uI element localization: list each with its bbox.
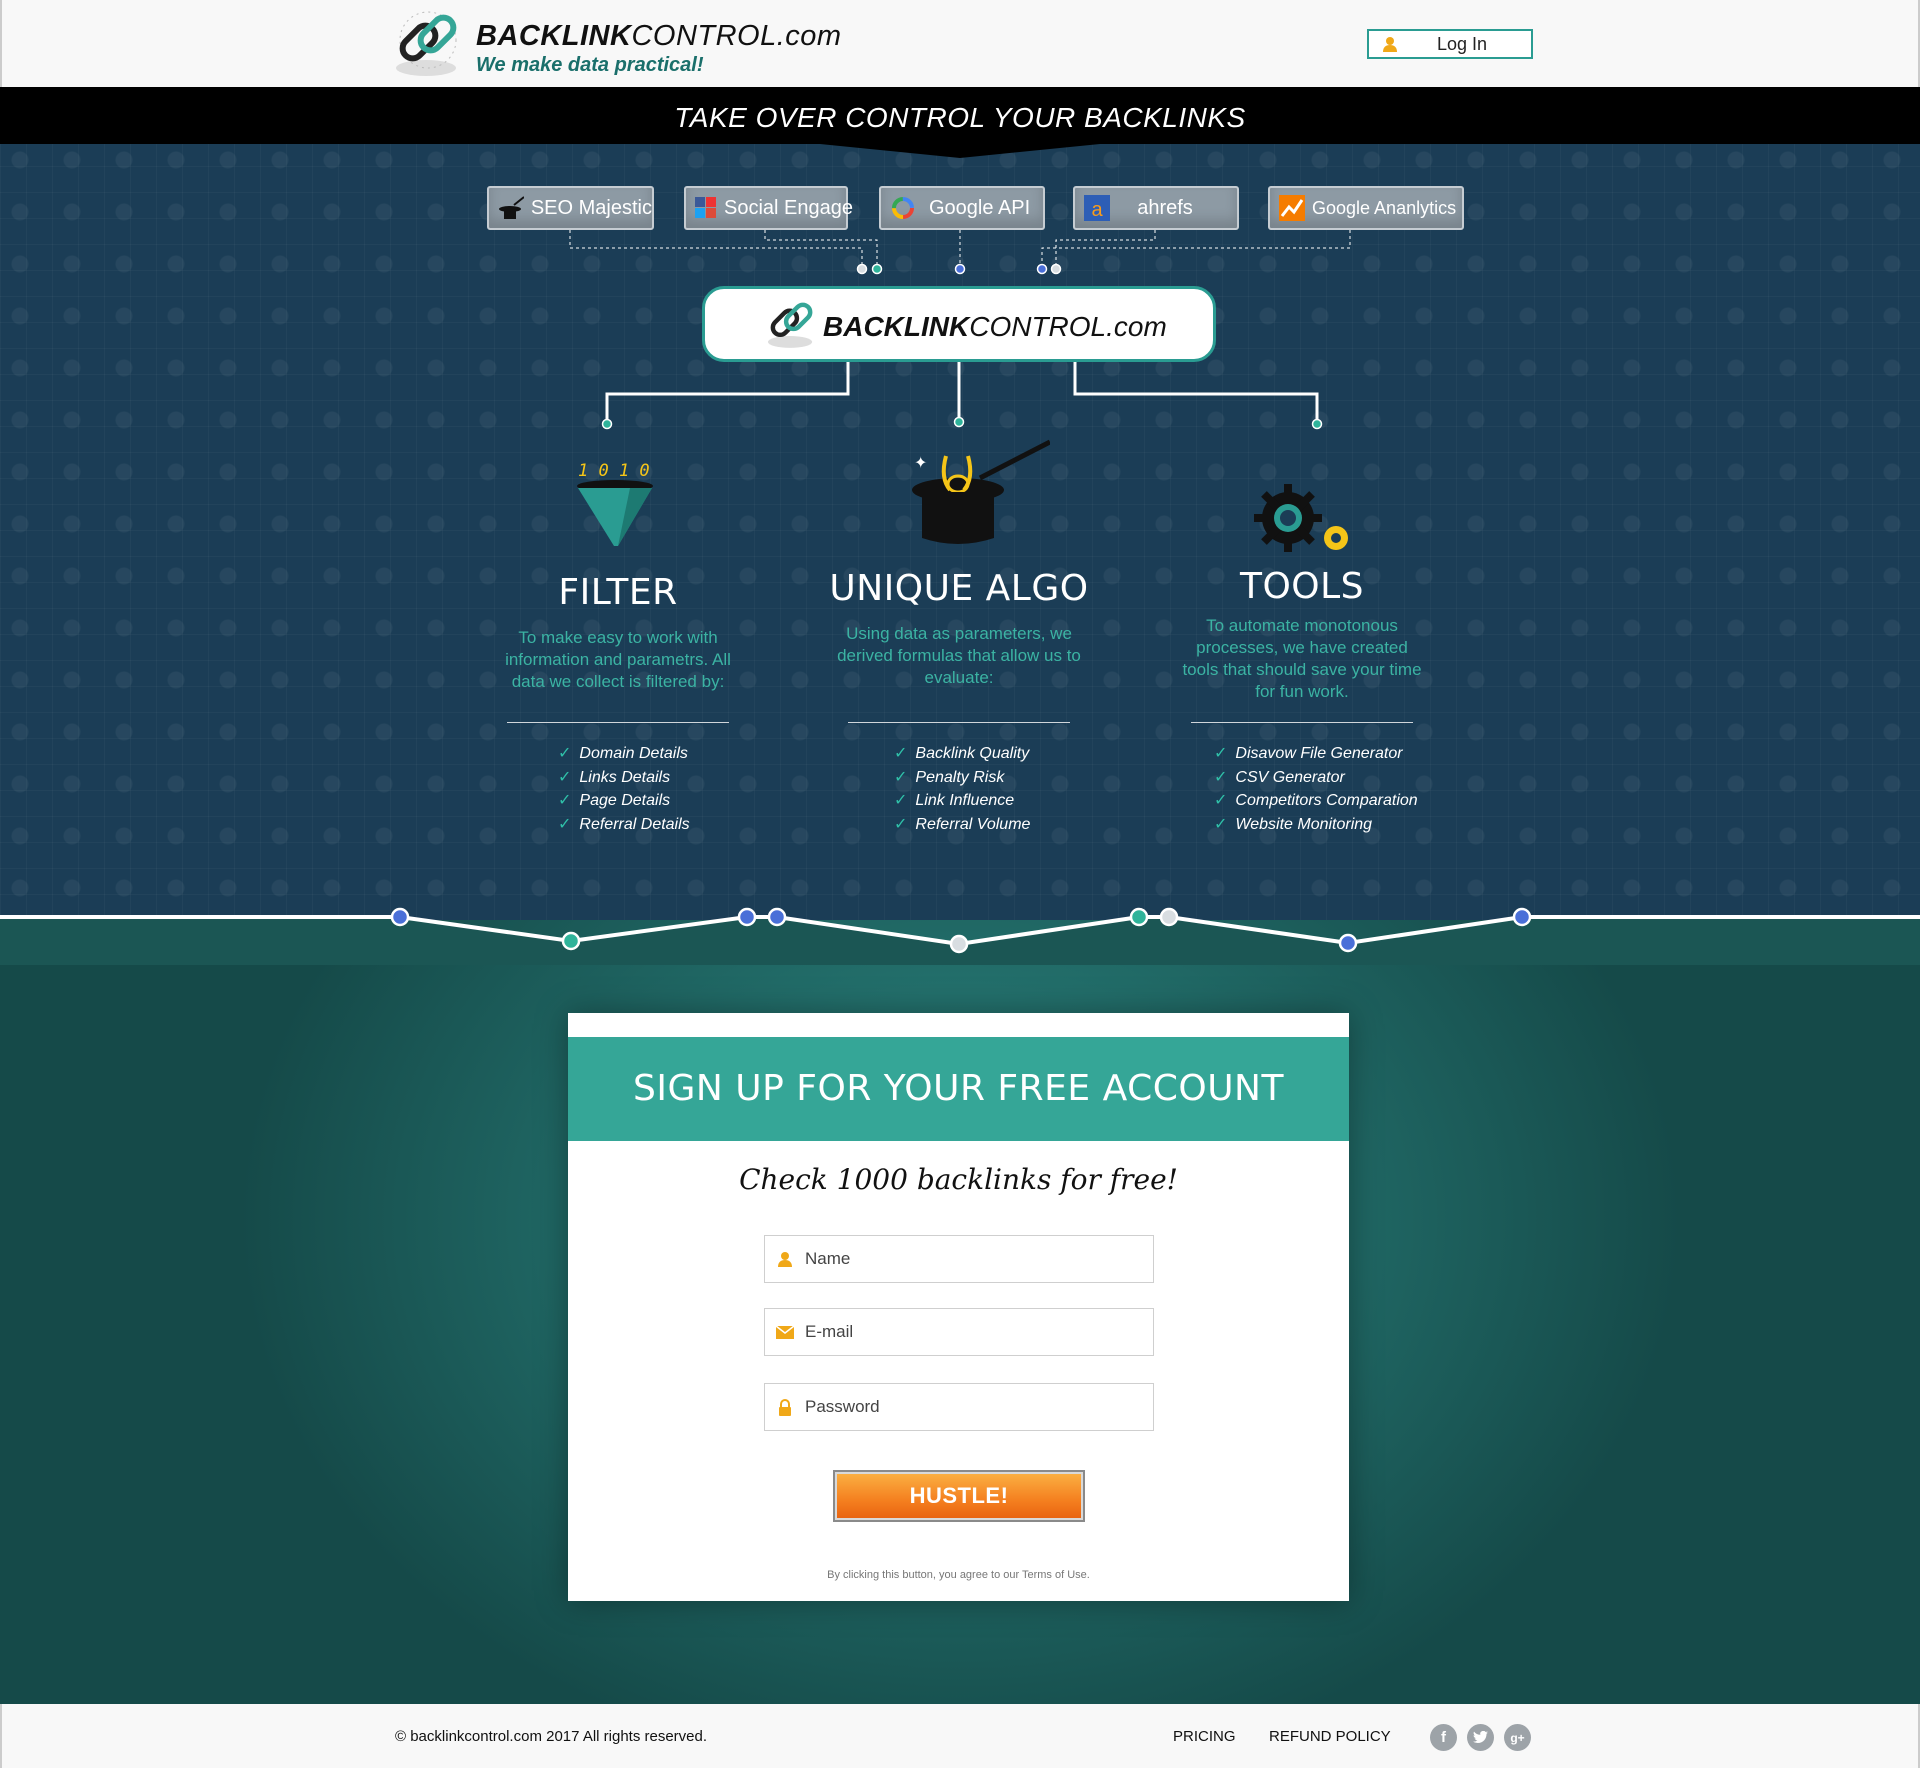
feature-list: ✓ Backlink Quality ✓ Penalty Risk ✓ Link In… xyxy=(809,742,1109,836)
divider xyxy=(1191,722,1413,723)
source-ahrefs: a ahrefs xyxy=(1073,186,1239,230)
source-label: Google Ananlytics xyxy=(1312,197,1457,218)
login-label: Log In xyxy=(1436,33,1488,54)
lock-icon xyxy=(765,1398,805,1416)
feature-description: Using data as parameters, we derived for… xyxy=(837,624,1081,687)
site-footer: © backlinkcontrol.com 2017 All rights re… xyxy=(0,1704,1920,1768)
login-button[interactable]: Log In xyxy=(1367,29,1533,59)
footer-link-refund-policy[interactable]: REFUND POLICY xyxy=(1269,1728,1391,1745)
feature-description: To automate monotonous processes, we hav… xyxy=(1182,616,1422,701)
center-logo: BACKLINKCONTROL.com xyxy=(702,286,1216,362)
source-google-api: Google API xyxy=(879,186,1045,230)
google-plus-icon[interactable]: g+ xyxy=(1504,1724,1531,1751)
feature-title: TOOLS xyxy=(1239,566,1365,607)
site-logo[interactable]: BACKLINKCONTROL.com We make data practic… xyxy=(392,10,852,80)
terms-notice: By clicking this button, you agree to ou… xyxy=(827,1569,1090,1581)
source-label: Social Engage xyxy=(724,196,853,219)
email-input[interactable] xyxy=(805,1322,1153,1342)
password-input[interactable] xyxy=(805,1397,1153,1417)
feature-title: UNIQUE ALGO xyxy=(829,568,1089,609)
signup-header: SIGN UP FOR YOUR FREE ACCOUNT xyxy=(568,1037,1349,1141)
signup-subtitle: Check 1000 backlinks for free! xyxy=(739,1163,1178,1196)
user-icon xyxy=(1377,36,1403,52)
source-google-analytics: Google Ananlytics xyxy=(1268,186,1464,230)
name-field[interactable] xyxy=(764,1235,1154,1283)
list-item: ✓ Backlink Quality xyxy=(894,745,1030,762)
list-item: ✓ Link Influence xyxy=(894,792,1015,809)
source-label: SEO Majestic xyxy=(530,196,652,219)
password-field[interactable] xyxy=(764,1383,1154,1431)
list-item: ✓ Website Monitoring xyxy=(1214,815,1373,833)
feature-filter: FILTER To make easy to work with informa… xyxy=(468,430,768,833)
source-label: Google API xyxy=(929,196,1031,219)
divider xyxy=(848,722,1070,723)
name-input[interactable] xyxy=(805,1249,1153,1269)
footer-link-pricing[interactable]: PRICING xyxy=(1173,1728,1236,1745)
analytics-chart-icon xyxy=(1278,194,1306,222)
feature-description: To make easy to work with information an… xyxy=(505,628,731,691)
signup-title: SIGN UP FOR YOUR FREE ACCOUNT xyxy=(633,1068,1284,1109)
site-header: BACKLINKCONTROL.com We make data practic… xyxy=(0,0,1920,87)
feature-list: ✓ Domain Details ✓ Links Details ✓ Page Det… xyxy=(468,742,768,836)
chain-link-icon xyxy=(767,302,813,348)
list-item: ✓ Domain Details xyxy=(558,745,688,762)
feature-tools: TOOLS To automate monotonous processes, … xyxy=(1152,430,1452,833)
envelope-icon xyxy=(765,1325,805,1339)
logo-wordmark: BACKLINKCONTROL.com xyxy=(476,20,842,52)
chain-link-icon xyxy=(396,11,457,76)
hero-banner: TAKE OVER CONTROL YOUR BACKLINKS xyxy=(0,87,1920,145)
feature-unique-algo: UNIQUE ALGO Using data as parameters, we… xyxy=(809,430,1109,833)
list-item: ✓ Disavow File Generator xyxy=(1214,745,1403,762)
divider xyxy=(507,722,729,723)
divider-wave xyxy=(0,907,1920,965)
feature-title: FILTER xyxy=(558,572,678,613)
list-item: ✓ Competitors Comparation xyxy=(1214,792,1418,809)
feature-list: ✓ Disavow File Generator ✓ CSV Generator ✓… xyxy=(1152,742,1452,836)
center-logo-wordmark: BACKLINKCONTROL.com xyxy=(823,311,1167,342)
logo-tagline: We make data practical! xyxy=(476,54,704,76)
twitter-icon[interactable] xyxy=(1467,1724,1494,1751)
facebook-icon[interactable]: f xyxy=(1430,1724,1457,1751)
source-seo-majestic: SEO Majestic xyxy=(487,186,654,230)
google-icon xyxy=(889,194,917,222)
list-item: ✓ Referral Details xyxy=(558,815,690,833)
list-item: ✓ Links Details xyxy=(558,768,671,786)
source-label: ahrefs xyxy=(1137,196,1193,219)
source-social-engage: Social Engage xyxy=(684,186,853,230)
hustle-button[interactable]: HUSTLE! xyxy=(833,1470,1085,1522)
user-icon xyxy=(765,1251,805,1267)
signup-card: SIGN UP FOR YOUR FREE ACCOUNT Check 1000… xyxy=(568,1013,1349,1601)
magic-hat-icon xyxy=(497,194,525,222)
ahrefs-icon: a xyxy=(1083,194,1111,222)
list-item: ✓ Penalty Risk xyxy=(894,768,1005,786)
svg-text:a: a xyxy=(1091,199,1103,221)
email-field[interactable] xyxy=(764,1308,1154,1356)
banner-notch xyxy=(0,140,1920,158)
list-item: ✓ Referral Volume xyxy=(894,815,1031,833)
social-collage-icon xyxy=(694,194,718,222)
copyright: © backlinkcontrol.com 2017 All rights re… xyxy=(395,1728,708,1745)
list-item: ✓ Page Details xyxy=(558,792,671,809)
list-item: ✓ CSV Generator xyxy=(1214,768,1345,786)
